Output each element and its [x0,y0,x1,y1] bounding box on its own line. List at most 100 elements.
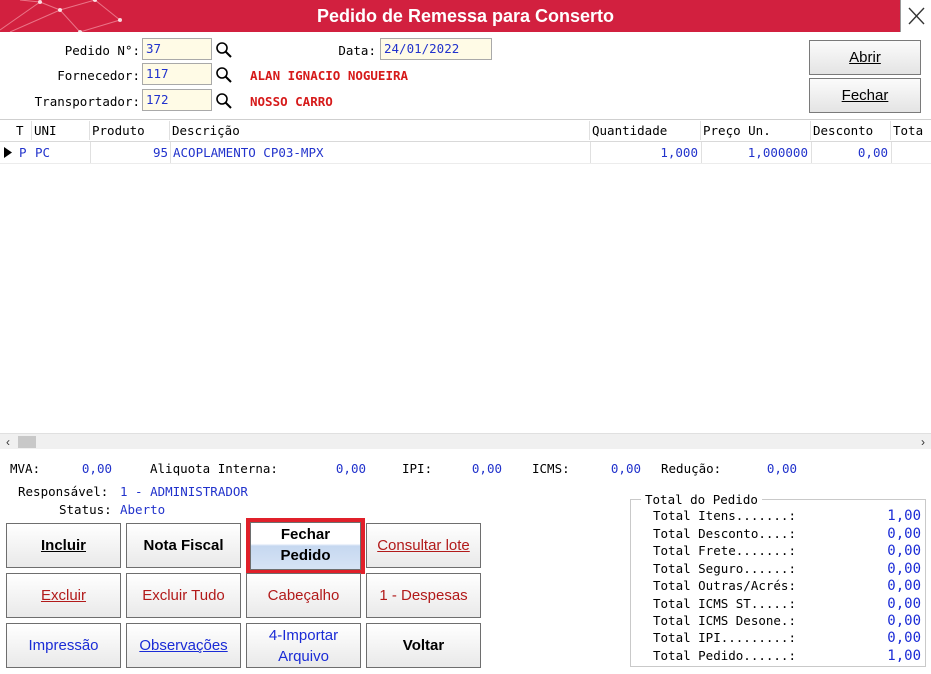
date-field[interactable]: 24/01/2022 [380,38,492,60]
excluir-label: Excluir [40,587,86,604]
total-value: 0,00 [887,630,921,646]
icms-label: ICMS: [532,461,570,476]
total-value: 0,00 [887,543,921,559]
total-do-pedido-panel: Total do Pedido Total Itens.......: 1,00 … [630,492,926,667]
transportador-code-field[interactable]: 172 [142,89,212,111]
incluir-button[interactable]: Incluir [6,523,121,568]
total-label: Total IPI.........: [653,630,796,645]
fornecedor-name: ALAN IGNACIO NOGUEIRA [250,68,409,83]
cabecalho-label: Cabeçalho [267,587,340,604]
column-header-produto[interactable]: Produto [90,121,170,140]
total-row: Total Itens.......: 1,00 [653,508,923,525]
total-value: 0,00 [887,561,921,577]
total-row: Total Pedido......: 1,00 [653,648,923,665]
impressao-button[interactable]: Impressão [6,623,121,668]
fechar-pedido-button[interactable]: Fechar Pedido [250,522,361,570]
importar-line2: Arquivo [278,648,329,665]
total-label: Total Seguro......: [653,561,796,576]
excluir-button[interactable]: Excluir [6,573,121,618]
column-header-quantidade[interactable]: Quantidade [590,121,701,140]
total-row: Total Outras/Acrés: 0,00 [653,578,923,595]
total-label: Total ICMS Desone.: [653,613,796,628]
total-value: 1,00 [887,508,921,524]
mva-label: MVA: [10,461,41,476]
voltar-label: Voltar [402,637,445,654]
total-row: Total Seguro......: 0,00 [653,561,923,578]
mva-value: 0,00 [81,461,112,476]
scroll-right-icon[interactable]: › [915,434,931,450]
total-label: Total Frete.......: [653,543,796,558]
cell-descricao: ACOPLAMENTO CP03-MPX [173,145,324,160]
aliquota-label: Aliquota Interna: [150,461,278,476]
title-bar: Pedido de Remessa para Conserto [0,0,931,32]
cell-t: P [19,145,27,160]
order-header: Pedido N°: 37 Data: 24/01/2022 Fornecedo… [0,32,931,120]
aliquota-value: 0,00 [335,461,366,476]
total-row: Total IPI.........: 0,00 [653,630,923,647]
observacoes-label: Observações [139,637,228,654]
importar-arquivo-button[interactable]: 4-Importar Arquivo [246,623,361,668]
fornecedor-code-field[interactable]: 117 [142,63,212,85]
despesas-button[interactable]: 1 - Despesas [366,573,481,618]
fechar-button[interactable]: Fechar [809,78,921,113]
incluir-label: Incluir [40,537,86,554]
total-label: Total Pedido......: [653,648,796,663]
search-icon[interactable] [215,41,233,59]
icms-value: 0,00 [610,461,641,476]
total-value: 0,00 [887,596,921,612]
search-icon[interactable] [215,66,233,84]
ipi-label: IPI: [402,461,433,476]
pedido-number-field[interactable]: 37 [142,38,212,60]
column-header-preco[interactable]: Preço Un. [701,121,811,140]
horizontal-scrollbar[interactable]: ‹ › [0,433,931,449]
reducao-value: 0,00 [766,461,797,476]
cabecalho-button[interactable]: Cabeçalho [246,573,361,618]
nota-fiscal-label: Nota Fiscal [143,537,224,554]
search-icon[interactable] [215,92,233,110]
total-label: Total Desconto....: [653,526,796,541]
total-label: Total Outras/Acrés: [653,578,796,593]
consultar-lote-button[interactable]: Consultar lote [366,523,481,568]
cell-uni: PC [35,145,51,160]
abrir-label: Abrir [849,49,881,66]
column-header-uni[interactable]: UNI [32,121,90,140]
ipi-value: 0,00 [471,461,502,476]
total-label: Total Itens.......: [653,508,796,523]
cell-divider [170,142,171,163]
column-header-descricao[interactable]: Descrição [170,121,590,140]
row-divider [0,163,931,164]
nota-fiscal-button[interactable]: Nota Fiscal [126,523,241,568]
total-row: Total ICMS Desone.: 0,00 [653,613,923,630]
observacoes-button[interactable]: Observações [126,623,241,668]
total-value: 0,00 [887,613,921,629]
total-value: 0,00 [887,578,921,594]
row-pointer-icon [4,147,12,158]
total-row: Total Frete.......: 0,00 [653,543,923,560]
fechar-label: Fechar [841,87,889,104]
voltar-button[interactable]: Voltar [366,623,481,668]
responsavel-value: 1 - ADMINISTRADOR [120,484,248,499]
fechar-pedido-line1: Fechar [280,526,331,543]
transportador-label: Transportador: [34,94,140,109]
importar-line1: 4-Importar [268,627,339,644]
cell-divider [891,142,892,163]
scroll-left-icon[interactable]: ‹ [0,434,16,450]
cell-divider [590,142,591,163]
cell-divider [701,142,702,163]
close-button[interactable] [900,0,931,32]
column-header-total[interactable]: Tota [891,121,931,140]
fechar-pedido-line2: Pedido [280,547,331,564]
scroll-thumb[interactable] [18,436,36,448]
column-header-desconto[interactable]: Desconto [811,121,891,140]
cell-produto: 95 [152,145,168,160]
status-label: Status: [59,502,112,517]
abrir-button[interactable]: Abrir [809,40,921,75]
cell-divider [811,142,812,163]
total-label: Total ICMS ST.....: [653,596,796,611]
excluir-tudo-button[interactable]: Excluir Tudo [126,573,241,618]
excluir-tudo-label: Excluir Tudo [142,587,225,604]
items-grid[interactable]: T UNI Produto Descrição Quantidade Preço… [0,121,931,433]
fornecedor-label: Fornecedor: [57,68,140,83]
data-label: Data: [338,43,376,58]
column-header-t[interactable]: T [14,121,32,140]
